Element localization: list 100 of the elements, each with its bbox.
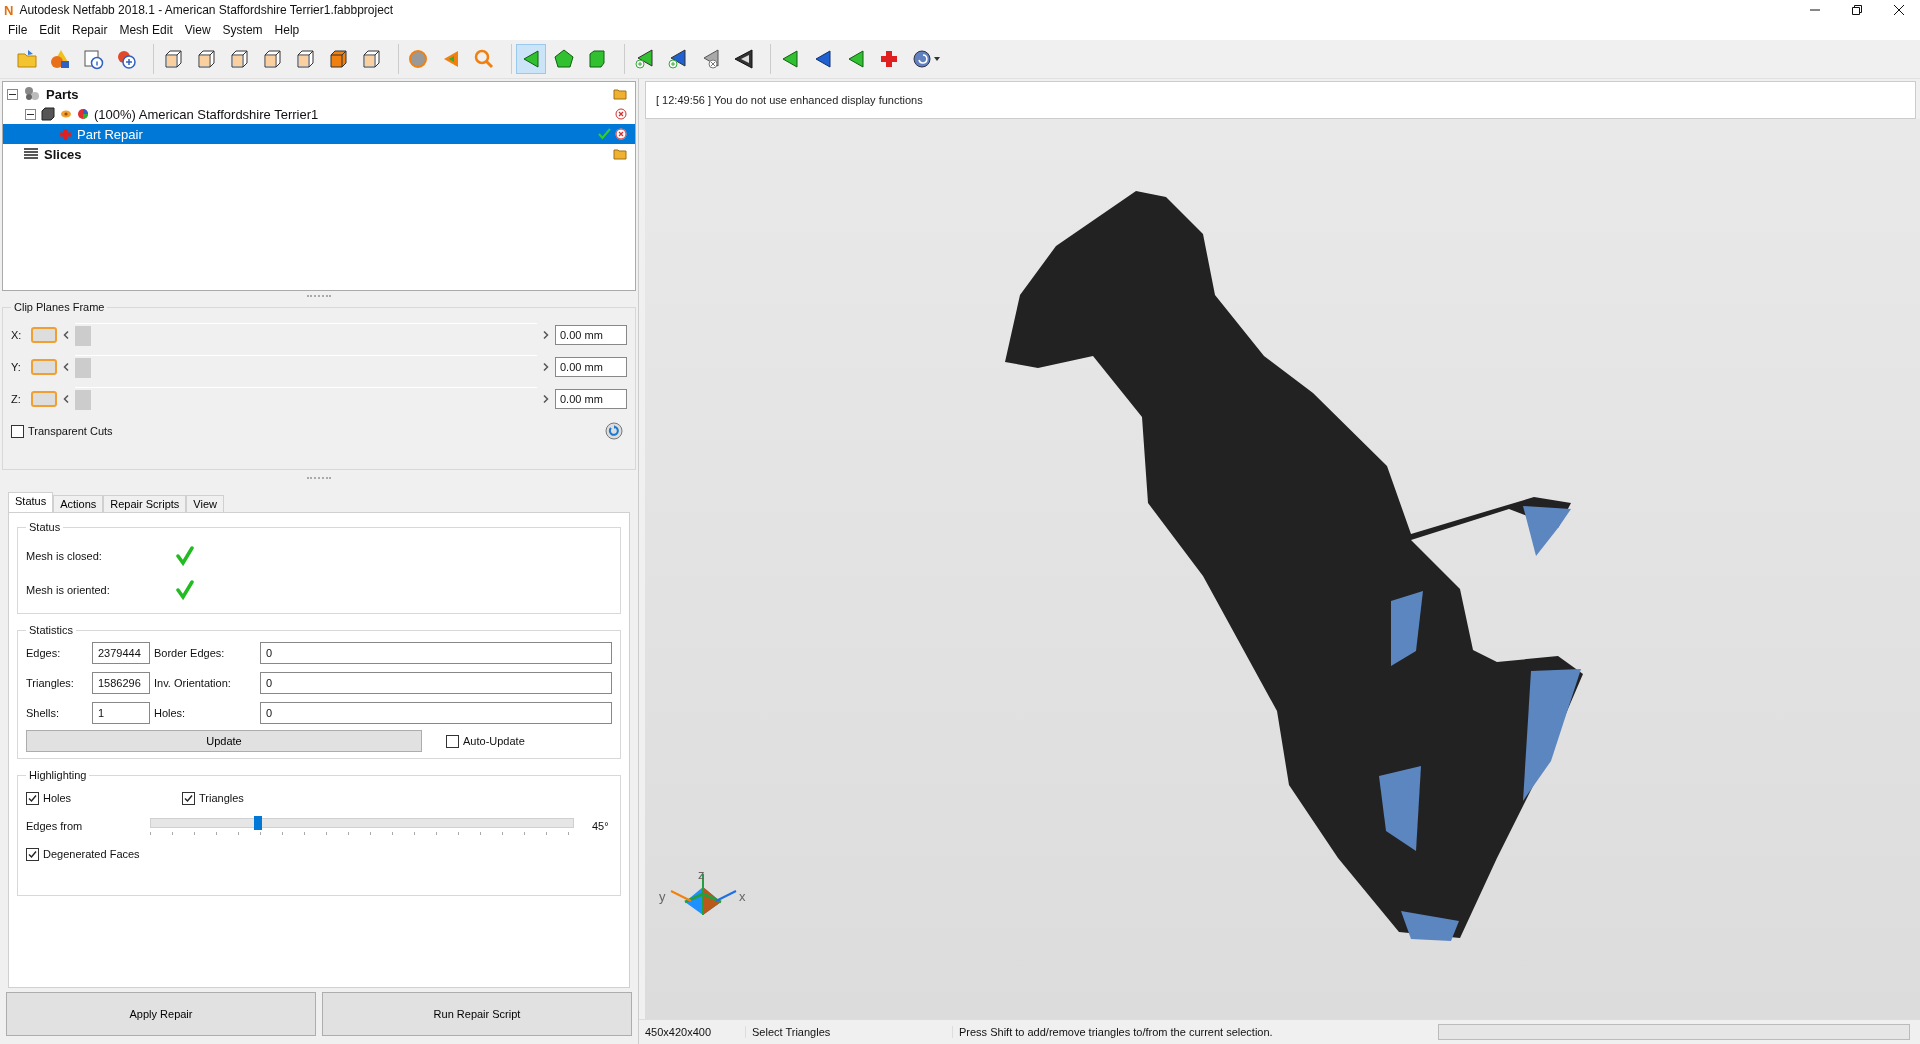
menu-item[interactable]: Help xyxy=(268,23,306,37)
globe-icon xyxy=(911,48,941,70)
checkbox-label: Degenerated Faces xyxy=(43,848,140,860)
tree-item[interactable]: (100%) American Staffordshire Terrier1 xyxy=(3,104,635,124)
axis-label: Y: xyxy=(11,361,22,373)
value-field: 2379444 xyxy=(92,642,150,664)
axis-label: y xyxy=(659,889,666,904)
check-icon xyxy=(176,546,194,566)
tab[interactable]: Status xyxy=(8,492,54,512)
check-icon[interactable] xyxy=(598,128,611,140)
add-part-icon xyxy=(115,48,137,70)
update-button[interactable]: Update xyxy=(26,730,422,752)
value-field: 1586296 xyxy=(92,672,150,694)
tree-label: (100%) American Staffordshire Terrier1 xyxy=(94,106,319,122)
menu-item[interactable]: System xyxy=(216,23,269,37)
action-button[interactable]: Apply Repair xyxy=(6,992,316,1036)
transparent-cuts-checkbox[interactable] xyxy=(11,424,24,438)
tab[interactable]: Actions xyxy=(53,495,104,512)
value-field[interactable]: 0.00 mm xyxy=(555,357,627,377)
toggle-button[interactable] xyxy=(31,327,57,343)
checkbox-label: Auto-Update xyxy=(463,735,525,747)
cube-icon xyxy=(41,107,55,121)
tree-item[interactable]: Parts xyxy=(3,84,635,104)
3d-viewport[interactable]: z y x xyxy=(645,119,1920,1019)
window-title: Autodesk Netfabb 2018.1 - American Staffordshire Terrier1.fabbproject xyxy=(19,3,394,17)
triangle-add-icon xyxy=(666,48,688,70)
value-field[interactable]: 0.00 mm xyxy=(555,325,627,345)
tree-item[interactable]: Slices xyxy=(3,144,635,164)
folder-icon[interactable] xyxy=(613,88,627,100)
close-icon[interactable] xyxy=(1894,5,1904,15)
tab[interactable]: Repair Scripts xyxy=(103,495,187,512)
menu-item[interactable]: Mesh Edit xyxy=(113,23,179,37)
edges-slider[interactable] xyxy=(150,816,574,836)
axis-label: x xyxy=(739,889,746,904)
clip-slider[interactable] xyxy=(75,354,537,380)
sphere-icon xyxy=(407,48,429,70)
degenerated-faces-checkbox[interactable] xyxy=(26,847,39,861)
triangles-checkbox[interactable] xyxy=(182,791,195,805)
tree-item[interactable]: Part Repair xyxy=(3,124,635,144)
group-title: Clip Planes Frame xyxy=(13,301,106,313)
menu-item[interactable]: Repair xyxy=(66,23,114,37)
auto-update-checkbox[interactable] xyxy=(446,734,459,748)
document-info-icon xyxy=(82,48,104,70)
tree-label: Slices xyxy=(44,146,82,162)
slider-thumb[interactable] xyxy=(75,357,91,378)
toggle-button[interactable] xyxy=(31,391,57,407)
chevron-right-icon[interactable] xyxy=(543,395,549,403)
axis-label: z xyxy=(698,867,705,882)
cross-icon xyxy=(878,48,900,70)
tree-label: Parts xyxy=(46,86,79,102)
menu-item[interactable]: View xyxy=(178,23,217,37)
menu-item[interactable]: Edit xyxy=(33,23,67,37)
clip-slider[interactable] xyxy=(75,322,537,348)
menu-item[interactable]: File xyxy=(2,23,34,37)
holes-checkbox[interactable] xyxy=(26,791,39,805)
cube-icon xyxy=(294,48,316,70)
chevron-right-icon[interactable] xyxy=(543,363,549,371)
triangle-icon xyxy=(732,48,754,70)
slider-thumb[interactable] xyxy=(254,816,262,830)
cube-icon xyxy=(228,48,250,70)
reset-icon[interactable] xyxy=(605,422,623,440)
clip-slider[interactable] xyxy=(75,386,537,412)
slider-thumb[interactable] xyxy=(75,389,91,410)
cube-icon xyxy=(327,48,349,70)
parts-icon xyxy=(23,86,41,102)
expander-icon[interactable] xyxy=(7,88,18,100)
action-button[interactable]: Run Repair Script xyxy=(322,992,632,1036)
value-field: 0 xyxy=(260,672,612,694)
cube-icon xyxy=(195,48,217,70)
cube-icon xyxy=(261,48,283,70)
restore-icon[interactable] xyxy=(1852,5,1862,15)
folder-icon[interactable] xyxy=(613,148,627,160)
field-label: Inv. Orientation: xyxy=(153,677,232,689)
axis-triad-drawing xyxy=(670,873,737,916)
tab[interactable]: View xyxy=(186,495,224,512)
triangle-add-icon xyxy=(633,48,655,70)
value-field[interactable]: 0.00 mm xyxy=(555,389,627,409)
pentagon-icon xyxy=(553,48,575,70)
status-label: Mesh is oriented: xyxy=(26,584,111,596)
field-label: Border Edges: xyxy=(153,647,226,659)
field-label: Edges: xyxy=(26,647,62,659)
mode-text: Select Triangles xyxy=(746,1026,953,1038)
group-title: Statistics xyxy=(28,624,74,636)
checkbox-label: Holes xyxy=(43,792,72,804)
value-field: 1 xyxy=(92,702,150,724)
group-title: Status xyxy=(28,521,62,533)
expander-icon[interactable] xyxy=(25,108,36,120)
toggle-button[interactable] xyxy=(31,359,57,375)
chevron-right-icon[interactable] xyxy=(543,331,549,339)
eye-icon[interactable] xyxy=(60,109,72,119)
axis-label: Z: xyxy=(11,393,22,405)
chevron-left-icon[interactable] xyxy=(63,331,69,339)
cube-icon xyxy=(162,48,184,70)
layers-icon xyxy=(23,147,39,161)
status-label: Mesh is closed: xyxy=(26,550,103,562)
slider-thumb[interactable] xyxy=(75,325,91,346)
chevron-left-icon[interactable] xyxy=(63,363,69,371)
axis-label: X: xyxy=(11,329,23,341)
chevron-left-icon[interactable] xyxy=(63,395,69,403)
color-wheel-icon[interactable] xyxy=(77,108,89,120)
